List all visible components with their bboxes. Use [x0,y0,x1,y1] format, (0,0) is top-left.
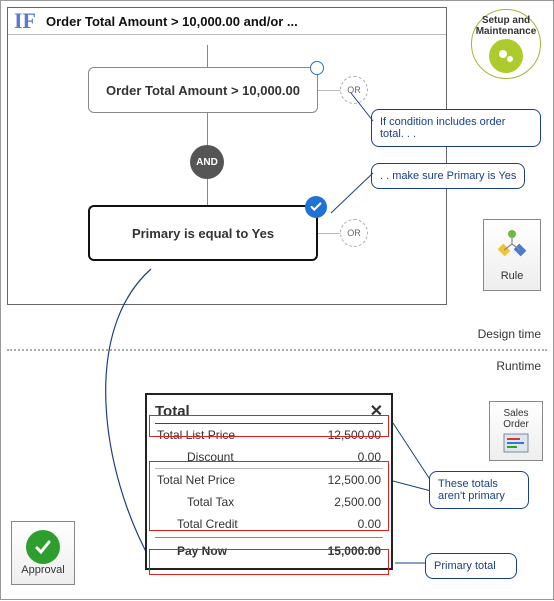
totals-title: Total [155,403,190,420]
rule-icon-box: Rule [483,219,541,291]
flowchart-icon [495,228,529,268]
callout-primary: . . make sure Primary is Yes [371,163,525,189]
rule-editor-panel: IF Order Total Amount > 10,000.00 and/or… [7,7,447,305]
callout-not-primary: These totals aren't primary [429,471,529,509]
condition-primary-yes[interactable]: Primary is equal to Yes [88,205,318,261]
setup-label: Setup and Maintenance [472,15,540,37]
phase-divider [7,349,547,351]
row-credit: Total Credit 0.00 [155,513,383,535]
if-header: IF Order Total Amount > 10,000.00 and/or… [8,8,446,35]
connector-port[interactable] [310,61,324,75]
condition-label: Order Total Amount > 10,000.00 [106,83,300,98]
totals-panel: Total ✕ Total List Price 12,500.00 Disco… [145,393,393,570]
phase-runtime-label: Runtime [496,359,541,373]
and-operator-node[interactable]: AND [190,145,224,179]
approval-badge: Approval [11,521,75,585]
or-operator-node[interactable]: OR [340,219,368,247]
if-keyword: IF [14,10,36,32]
sales-order-badge: Sales Order [489,401,543,461]
row-discount: Discount 0.00 [155,446,383,468]
setup-maintenance-badge: Setup and Maintenance [471,9,541,79]
sales-order-label: Sales Order [490,408,542,430]
check-icon [305,196,327,218]
callout-primary-total: Primary total [425,553,517,579]
phase-design-label: Design time [478,327,541,341]
if-summary: Order Total Amount > 10,000.00 and/or ..… [46,14,298,29]
row-list-price: Total List Price 12,500.00 [155,424,383,446]
gears-icon [489,39,523,73]
condition-label: Primary is equal to Yes [132,226,274,241]
row-tax: Total Tax 2,500.00 [155,491,383,513]
row-pay-now: Pay Now 15,000.00 [155,537,383,562]
approval-label: Approval [21,564,64,576]
close-icon[interactable]: ✕ [370,401,383,421]
checkmark-icon [26,530,60,564]
row-net-price: Total Net Price 12,500.00 [155,468,383,491]
document-icon [502,432,530,454]
callout-order-total: If condition includes order total. . . [371,109,541,147]
rule-label: Rule [501,270,524,282]
or-operator-node[interactable]: OR [340,76,368,104]
condition-order-total[interactable]: Order Total Amount > 10,000.00 [88,67,318,113]
